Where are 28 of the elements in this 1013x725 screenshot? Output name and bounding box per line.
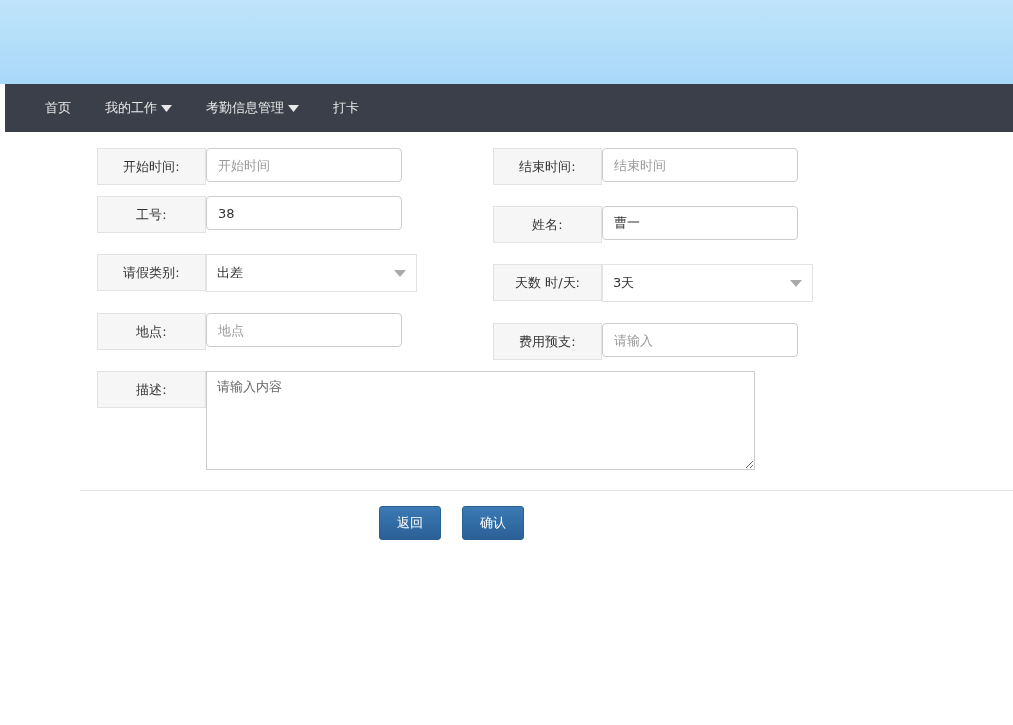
field-label: 请假类别:: [97, 254, 206, 291]
field-label: 工号:: [97, 196, 206, 233]
text-field[interactable]: 38: [206, 196, 402, 230]
field-label: 天数 时/天:: [493, 264, 602, 301]
field-label: 结束时间:: [493, 148, 602, 185]
caret-icon: [790, 279, 802, 287]
dropdown[interactable]: 3天: [602, 264, 813, 302]
text-field[interactable]: 地点: [206, 313, 402, 347]
field-label: 开始时间:: [97, 148, 206, 185]
confirm-button[interactable]: 确认: [462, 506, 524, 540]
dropdown[interactable]: 出差: [206, 254, 417, 292]
caret-icon: [161, 104, 172, 112]
field-label: 描述:: [97, 371, 206, 408]
nav-item[interactable]: 我的工作: [105, 99, 172, 117]
field-label: 地点:: [97, 313, 206, 350]
nav-item[interactable]: 考勤信息管理: [206, 99, 299, 117]
text-field[interactable]: 结束时间: [602, 148, 798, 182]
description-field[interactable]: 请输入内容: [206, 371, 755, 470]
field-label: 姓名:: [493, 206, 602, 243]
caret-icon: [394, 269, 406, 277]
text-field[interactable]: 曹一: [602, 206, 798, 240]
text-field[interactable]: 开始时间: [206, 148, 402, 182]
text-field[interactable]: 请输入: [602, 323, 798, 357]
back-button[interactable]: 返回: [379, 506, 441, 540]
field-label: 费用预支:: [493, 323, 602, 360]
nav-item[interactable]: 打卡: [333, 99, 359, 117]
nav-item[interactable]: 首页: [45, 99, 71, 117]
caret-icon: [288, 104, 299, 112]
